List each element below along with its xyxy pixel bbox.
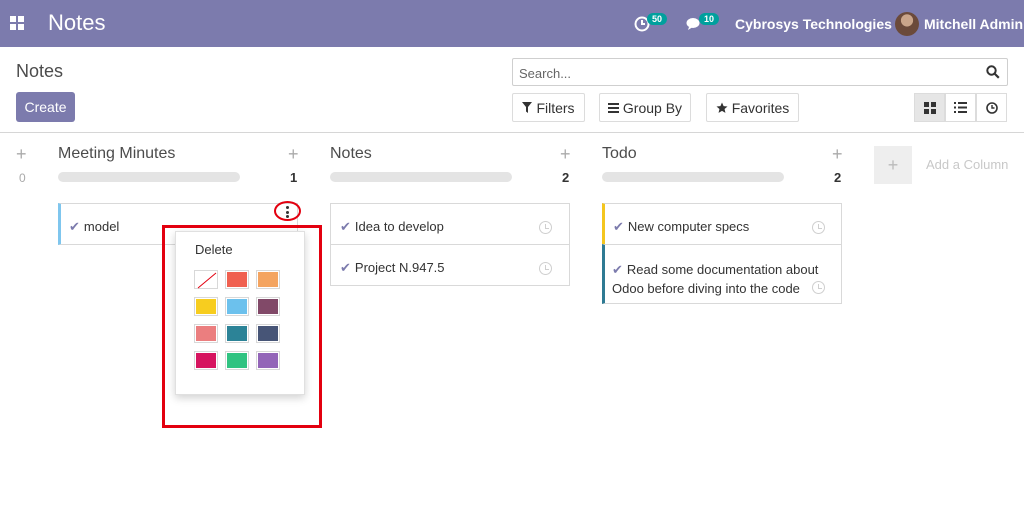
column-title[interactable]: Notes bbox=[330, 145, 372, 163]
messages-count-badge: 10 bbox=[699, 13, 720, 25]
kanban-card[interactable]: ✔ Read some documentation about Odoo befo… bbox=[602, 244, 842, 304]
search-input[interactable] bbox=[519, 63, 979, 83]
control-panel: Notes Create Filters Group By Favorites bbox=[0, 47, 1024, 133]
group-by-label: Group By bbox=[622, 99, 683, 116]
card-title: model bbox=[83, 219, 120, 234]
column-folded-count: 0 bbox=[19, 171, 26, 185]
card-title: New computer specs bbox=[627, 219, 750, 234]
list-view-button[interactable] bbox=[945, 93, 976, 122]
column-count: 2 bbox=[562, 170, 570, 185]
column-progress-bar[interactable] bbox=[602, 172, 784, 182]
add-column-button[interactable]: + bbox=[874, 146, 912, 184]
column-title[interactable]: Meeting Minutes bbox=[58, 145, 175, 163]
filters-button[interactable]: Filters bbox=[512, 93, 585, 122]
kanban-card[interactable]: ✔ Idea to develop bbox=[330, 203, 570, 245]
activity-button[interactable] bbox=[634, 0, 650, 47]
search-icon[interactable] bbox=[986, 65, 1000, 79]
activity-count-badge: 50 bbox=[647, 13, 668, 25]
activity-clock-icon[interactable] bbox=[812, 221, 825, 234]
kanban-card[interactable]: ✔ New computer specs bbox=[602, 203, 842, 245]
filters-label: Filters bbox=[536, 99, 575, 116]
bars-icon bbox=[607, 102, 619, 113]
filter-icon bbox=[522, 102, 533, 113]
list-icon bbox=[954, 102, 967, 113]
company-switcher[interactable]: Cybrosys Technologies bbox=[735, 0, 892, 47]
apps-menu-icon[interactable] bbox=[10, 16, 24, 30]
avatar bbox=[895, 11, 919, 36]
search-box bbox=[512, 58, 1008, 86]
column-count: 1 bbox=[290, 170, 298, 185]
column-quick-create-icon[interactable]: + bbox=[16, 144, 27, 165]
highlight-rectangle-annotation bbox=[162, 225, 322, 428]
check-icon: ✔ bbox=[340, 260, 351, 275]
favorites-label: Favorites bbox=[731, 99, 790, 116]
card-title: Project N.947.5 bbox=[354, 260, 445, 275]
favorites-button[interactable]: Favorites bbox=[706, 93, 799, 122]
column-progress-bar[interactable] bbox=[330, 172, 512, 182]
kanban-view-button[interactable] bbox=[914, 93, 945, 122]
activity-clock-icon[interactable] bbox=[539, 262, 552, 275]
group-by-button[interactable]: Group By bbox=[599, 93, 691, 122]
activity-clock-icon[interactable] bbox=[539, 221, 552, 234]
column-add-card-icon[interactable]: + bbox=[832, 144, 843, 165]
column-progress-bar[interactable] bbox=[58, 172, 240, 182]
add-column-label[interactable]: Add a Column bbox=[926, 157, 1008, 172]
column-add-card-icon[interactable]: + bbox=[560, 144, 571, 165]
card-title: Read some documentation about Odoo befor… bbox=[612, 262, 819, 296]
activity-icon bbox=[985, 101, 998, 114]
breadcrumb: Notes bbox=[16, 61, 64, 81]
kanban-board: + 0 Meeting Minutes + 1 ✔ model Notes + 2… bbox=[0, 133, 1024, 528]
column-count: 2 bbox=[834, 170, 842, 185]
kanban-card[interactable]: ✔ Project N.947.5 bbox=[330, 244, 570, 286]
create-button[interactable]: Create bbox=[16, 92, 75, 122]
activity-clock-icon[interactable] bbox=[812, 281, 825, 294]
check-icon: ✔ bbox=[69, 219, 80, 234]
column-add-card-icon[interactable]: + bbox=[288, 144, 299, 165]
check-icon: ✔ bbox=[613, 219, 624, 234]
card-menu-icon[interactable] bbox=[286, 206, 289, 218]
app-title[interactable]: Notes bbox=[48, 10, 105, 36]
card-title: Idea to develop bbox=[354, 219, 444, 234]
user-menu[interactable]: Mitchell Admin bbox=[895, 0, 1023, 47]
kanban-icon bbox=[923, 101, 936, 114]
star-icon bbox=[716, 102, 728, 113]
user-name: Mitchell Admin bbox=[924, 15, 1024, 32]
top-navbar: Notes 50 10 Cybrosys Technologies Mitche… bbox=[0, 0, 1024, 47]
activity-view-button[interactable] bbox=[976, 93, 1007, 122]
check-icon: ✔ bbox=[340, 219, 351, 234]
column-title[interactable]: Todo bbox=[602, 145, 637, 163]
check-icon: ✔ bbox=[612, 262, 623, 277]
